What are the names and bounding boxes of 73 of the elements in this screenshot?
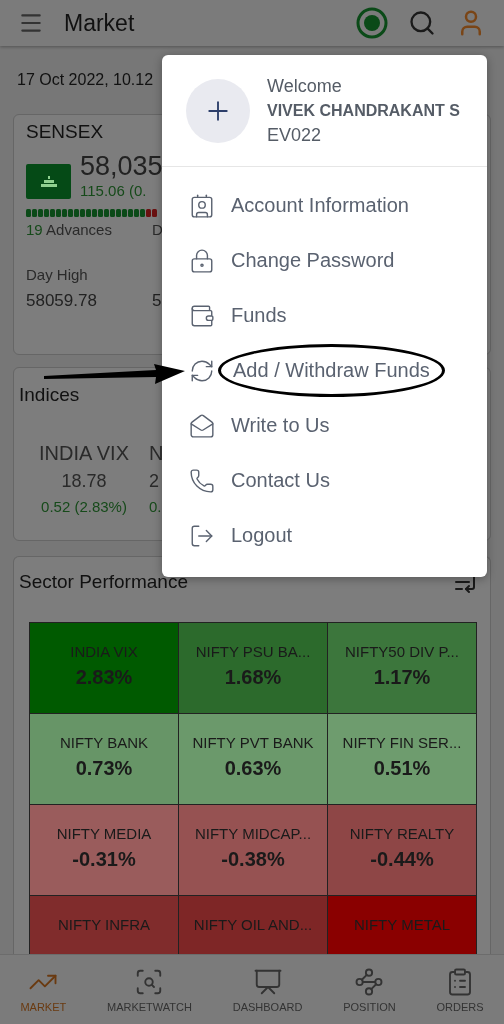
sector-name: NIFTY OIL AND...	[193, 916, 313, 933]
envelope-icon	[189, 412, 215, 439]
client-id: EV022	[267, 124, 323, 146]
index-change: 0.	[149, 498, 162, 515]
sector-change: -0.44%	[370, 848, 434, 871]
exchange-logo-icon	[26, 164, 71, 199]
menu-item[interactable]: Contact Us	[189, 453, 330, 508]
menu-item[interactable]: Logout	[189, 508, 293, 563]
index-price: 58,035	[80, 151, 163, 182]
menu-item[interactable]: Funds	[189, 288, 287, 343]
heatmap-cell[interactable]: NIFTY REALTY -0.44%	[328, 805, 477, 896]
lock-icon	[189, 247, 215, 274]
sector-name: NIFTY MIDCAP...	[194, 825, 312, 842]
sector-name: NIFTY METAL	[353, 916, 451, 933]
sector-change: -0.38%	[221, 848, 285, 871]
heatmap-cell[interactable]: NIFTY50 DIV P... 1.17%	[328, 623, 477, 714]
index-value: 2	[149, 471, 159, 492]
index-value: 18.78	[61, 471, 107, 492]
index-change: 0.52 (2.83%)	[41, 498, 127, 515]
index-name: N	[149, 442, 164, 465]
sector-name: NIFTY PVT BANK	[192, 734, 314, 751]
sector-name: NIFTY MEDIA	[56, 825, 152, 842]
day-high-value: 58059.78	[26, 291, 97, 311]
section-title: Indices	[19, 384, 80, 406]
nav-tab[interactable]: ORDERS	[434, 962, 486, 1017]
sector-change: 1.17%	[373, 666, 431, 689]
index-name: SENSEX	[26, 121, 104, 143]
heatmap-cell[interactable]: NIFTY PSU BA... 1.68%	[179, 623, 328, 714]
sector-name: NIFTY PSU BA...	[195, 643, 311, 660]
heatmap-cell[interactable]: INDIA VIX 2.83%	[30, 623, 179, 714]
page-title: Market	[64, 9, 135, 37]
menu-item[interactable]: Write to Us	[189, 398, 330, 453]
index-name: INDIA VIX	[39, 442, 129, 465]
sector-name: NIFTY FIN SER...	[342, 734, 462, 751]
heatmap-cell[interactable]: NIFTY FIN SER... 0.51%	[328, 714, 477, 805]
search-icon[interactable]	[408, 9, 436, 37]
declines-label: D	[152, 221, 163, 238]
sector-change: -0.31%	[72, 848, 136, 871]
nav-tab[interactable]: MARKET	[18, 962, 69, 1017]
advances-label: 19 Advances	[26, 221, 112, 238]
phone-icon	[189, 467, 215, 494]
day-high-label: Day High	[26, 266, 88, 283]
section-title: Sector Performance	[19, 571, 188, 593]
sector-change: 2.83%	[75, 666, 133, 689]
heatmap-cell[interactable]: NIFTY INFRA	[30, 896, 179, 954]
sector-change: 0.51%	[373, 757, 431, 780]
menu-item[interactable]: Account Information	[189, 178, 409, 233]
welcome-text: Welcome	[267, 75, 343, 97]
sector-name: INDIA VIX	[70, 643, 138, 660]
live-status-icon[interactable]	[356, 7, 388, 39]
user-name: VIVEK CHANDRAKANT S	[267, 101, 460, 120]
heatmap-cell[interactable]: NIFTY BANK 0.73%	[30, 714, 179, 805]
heatmap-cell[interactable]: NIFTY MEDIA -0.31%	[30, 805, 179, 896]
nav-tab[interactable]: MARKETWATCH	[105, 962, 194, 1017]
sector-name: NIFTY50 DIV P...	[345, 643, 459, 660]
id-card-icon	[189, 192, 215, 219]
nav-tab[interactable]: POSITION	[341, 962, 398, 1017]
sector-change: 0.63%	[224, 757, 282, 780]
nav-tab[interactable]: DASHBOARD	[230, 962, 305, 1017]
sector-change: 1.68%	[224, 666, 282, 689]
timestamp: 17 Oct 2022, 10.12	[17, 71, 154, 89]
sector-name: NIFTY REALTY	[349, 825, 455, 842]
heatmap-cell[interactable]: NIFTY METAL	[328, 896, 477, 954]
heatmap-cell[interactable]: NIFTY MIDCAP... -0.38%	[179, 805, 328, 896]
menu-item[interactable]: Change Password	[189, 233, 395, 288]
heatmap-cell[interactable]: NIFTY OIL AND...	[179, 896, 328, 954]
sector-name: NIFTY BANK	[59, 734, 149, 751]
index-change: 115.06 (0.	[80, 182, 147, 199]
stat-value: 5	[152, 291, 162, 311]
sector-change: 0.73%	[75, 757, 133, 780]
heatmap-cell[interactable]: NIFTY PVT BANK 0.63%	[179, 714, 328, 805]
path-nodes-icon	[354, 966, 385, 997]
sector-name: NIFTY INFRA	[57, 916, 151, 933]
